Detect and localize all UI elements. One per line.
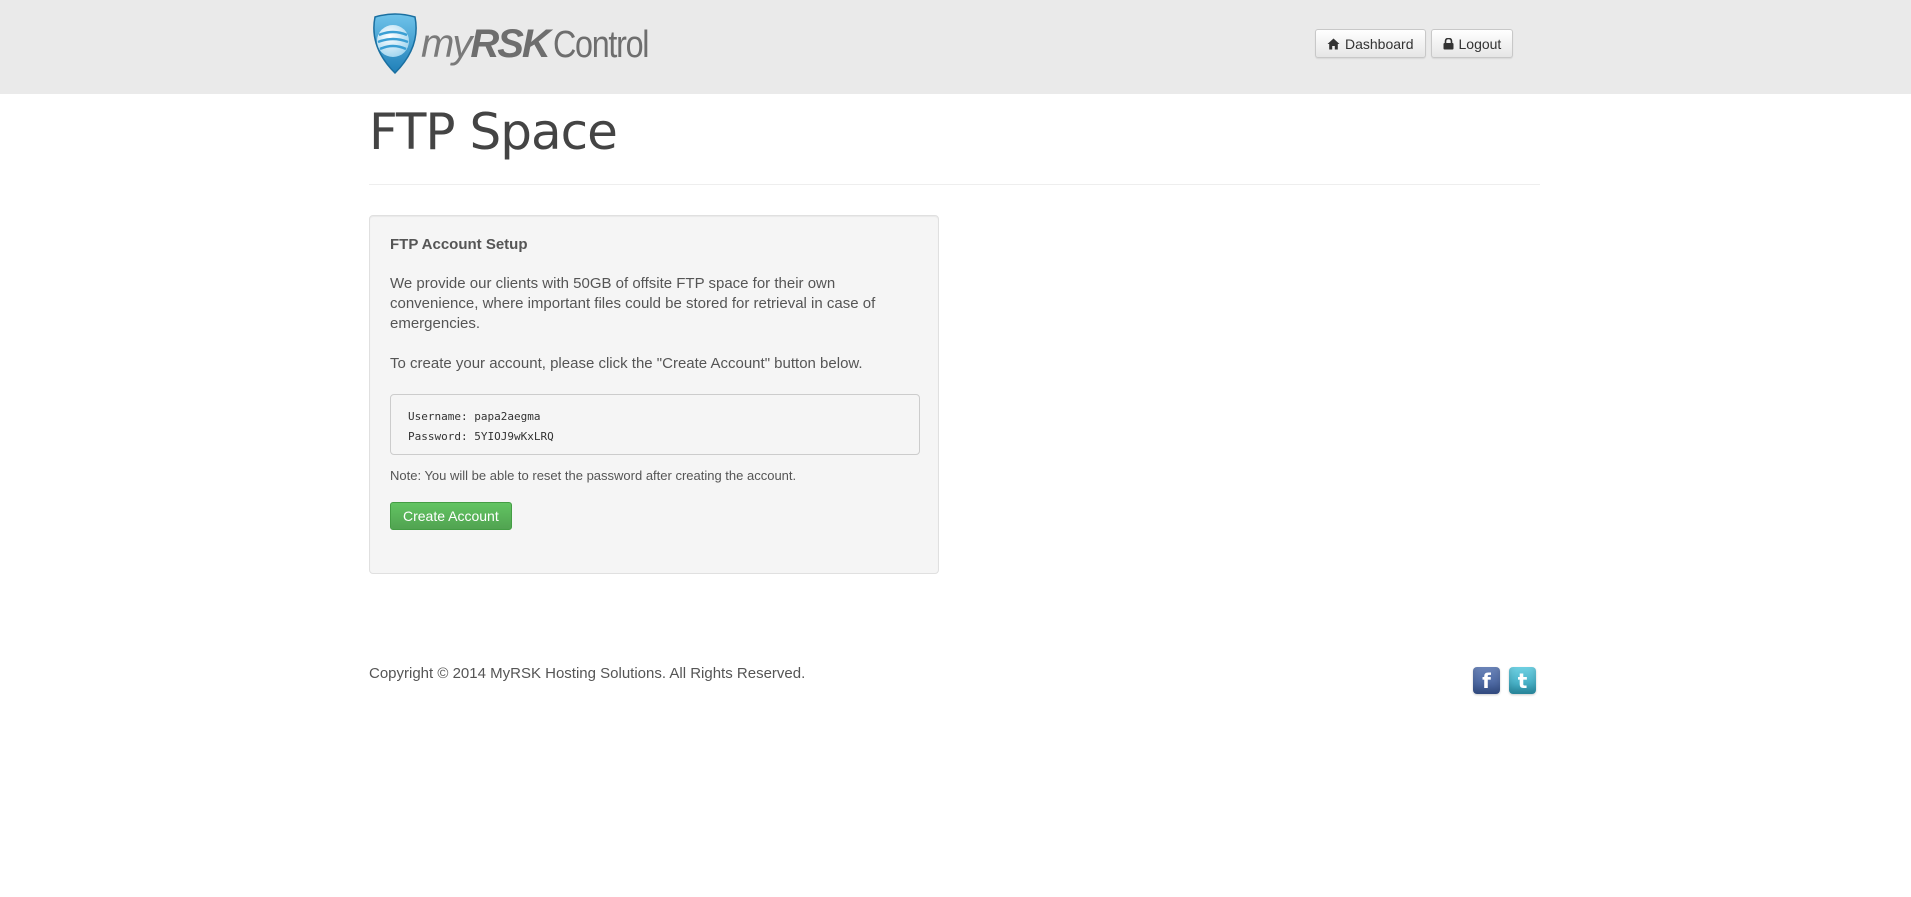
- globe-logo-icon: [373, 13, 417, 75]
- title-divider: [369, 184, 1540, 185]
- dashboard-button-label: Dashboard: [1345, 35, 1414, 52]
- ftp-intro-text: We provide our clients with 50GB of offs…: [390, 275, 876, 332]
- home-icon: [1327, 38, 1340, 49]
- ftp-setup-panel: FTP Account Setup We provide our clients…: [369, 215, 939, 574]
- page-title: FTP Space: [369, 103, 618, 161]
- ftp-instruction-text: To create your account, please click the…: [390, 355, 863, 372]
- myrsk-control-logo[interactable]: my RSK Control: [369, 13, 665, 75]
- logo-text-rsk: RSK: [470, 22, 550, 66]
- ftp-setup-heading: FTP Account Setup: [390, 236, 528, 253]
- logout-button-label: Logout: [1458, 35, 1502, 52]
- top-navbar: [0, 0, 1911, 94]
- social-links: f t: [1473, 667, 1536, 694]
- lock-icon: [1443, 37, 1453, 49]
- logo-text-my: my: [421, 22, 472, 66]
- password-line: Password: 5YIOJ9wKxLRQ: [408, 430, 554, 443]
- password-reset-note: Note: You will be able to reset the pass…: [390, 468, 797, 483]
- header-nav: Dashboard Logout: [1315, 29, 1514, 58]
- logo-text-control: Control: [552, 24, 649, 66]
- logout-button[interactable]: Logout: [1430, 29, 1514, 58]
- create-account-button[interactable]: Create Account: [390, 502, 512, 530]
- facebook-icon[interactable]: f: [1473, 667, 1500, 694]
- page-title-text: FTP Space: [369, 103, 618, 161]
- copyright-text: Copyright © 2014 MyRSK Hosting Solutions…: [369, 665, 806, 682]
- twitter-icon[interactable]: t: [1509, 667, 1536, 694]
- dashboard-button[interactable]: Dashboard: [1315, 29, 1426, 58]
- username-line: Username: papa2aegma: [408, 410, 541, 423]
- logo-text: my RSK Control: [421, 24, 665, 64]
- credentials-box: Username: papa2aegma Password: 5YIOJ9wKx…: [390, 394, 920, 455]
